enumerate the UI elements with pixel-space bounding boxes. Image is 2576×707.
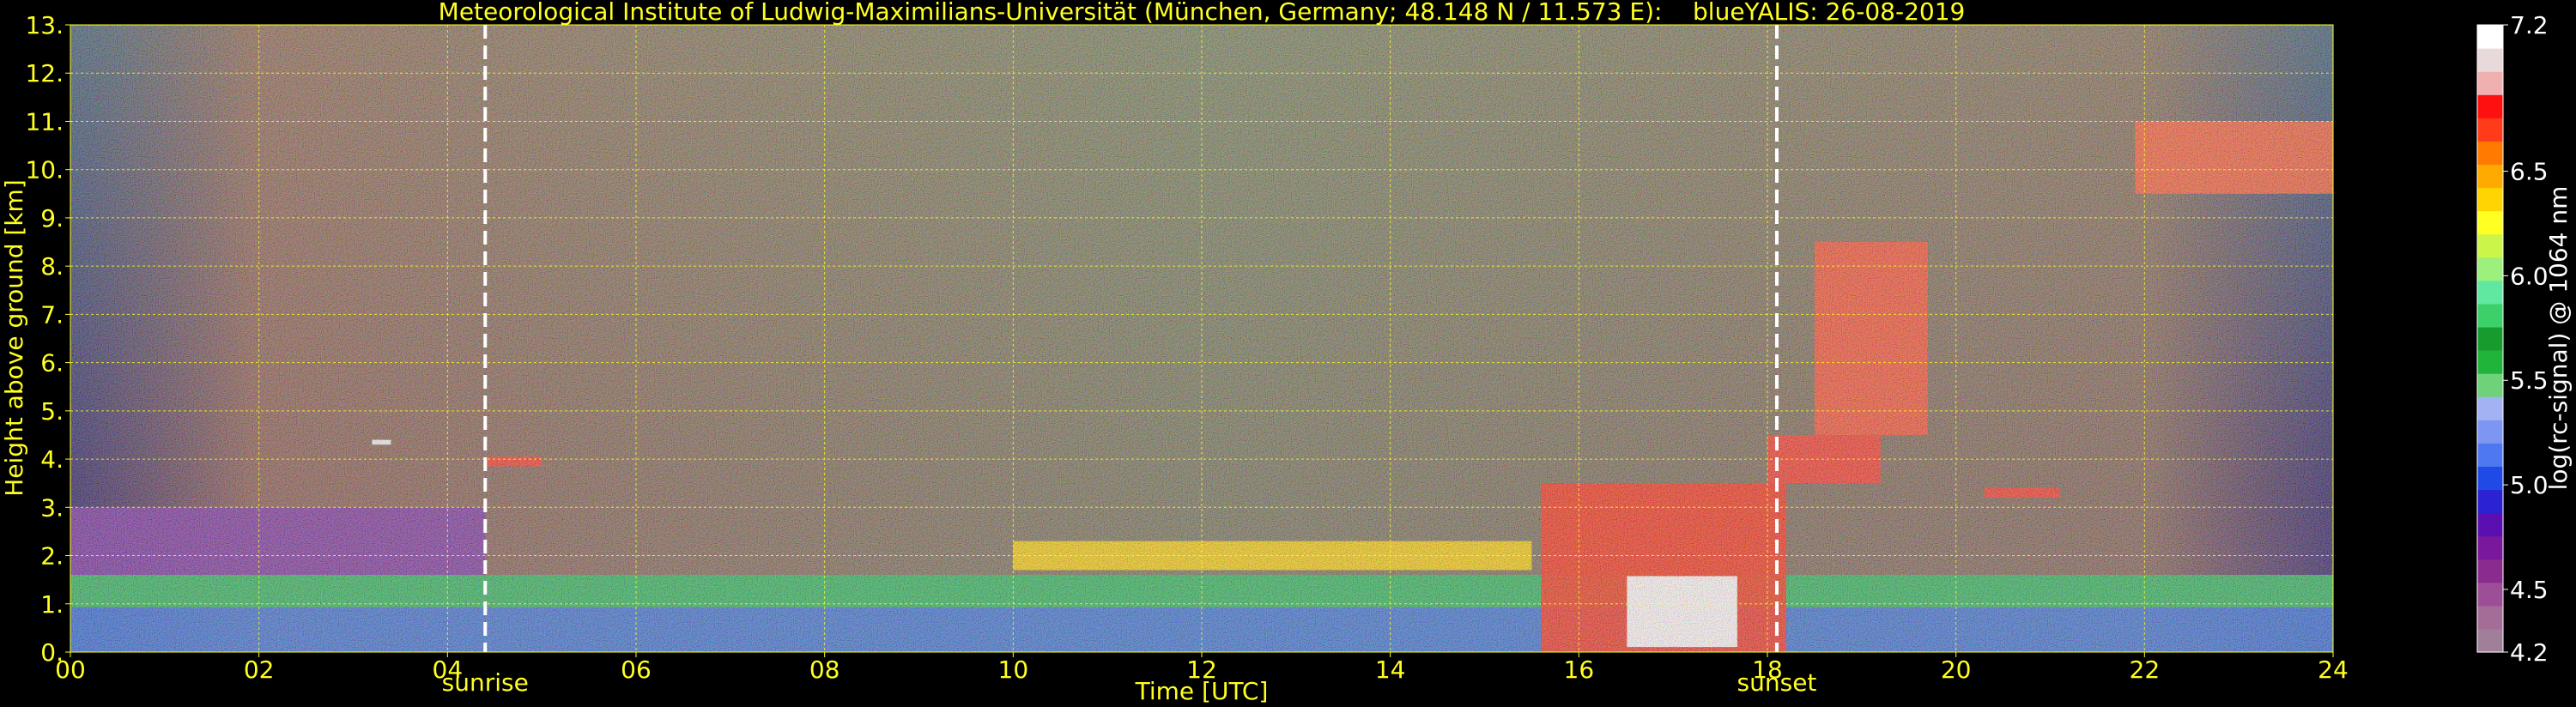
colorbar-swatch <box>2477 71 2503 95</box>
colorbar-tick-label: 4.5 <box>2510 576 2549 604</box>
x-tick-label: 08 <box>809 656 840 684</box>
x-tick-label: 22 <box>2130 656 2161 684</box>
colorbar-tick-label: 7.2 <box>2510 11 2549 39</box>
colorbar-swatch <box>2477 373 2503 397</box>
colorbar: 4.2 4.5 5.0 5.5 6.0 6.5 7.2 log(rc-signal) @ 1… <box>2476 11 2573 667</box>
y-tick-label: 7. <box>40 300 64 329</box>
colorbar-swatch <box>2477 94 2503 118</box>
colorbar-swatch <box>2477 164 2503 189</box>
x-axis-label: Time [UTC] <box>1135 677 1269 705</box>
colorbar-swatch <box>2477 489 2503 514</box>
colorbar-swatch <box>2477 257 2503 281</box>
colorbar-swatch <box>2477 187 2503 212</box>
y-tick-label: 2. <box>40 542 64 571</box>
colorbar-swatches <box>2477 25 2503 653</box>
x-tick-label: 14 <box>1375 656 1406 684</box>
colorbar-swatch <box>2477 141 2503 166</box>
y-axis-ticks: 0. 1. 2. 3. 4. 5. 6. 7. 8. 9. 10. 11. 12. 13. <box>25 11 70 667</box>
colorbar-swatch <box>2477 48 2503 72</box>
colorbar-swatch <box>2477 233 2503 258</box>
colorbar-swatch <box>2477 25 2503 49</box>
x-tick-label: 06 <box>621 656 652 684</box>
y-tick-label: 1. <box>40 590 64 619</box>
colorbar-swatch <box>2477 118 2503 142</box>
colorbar-swatch <box>2477 280 2503 305</box>
x-tick-label: 24 <box>2318 656 2349 684</box>
colorbar-swatch <box>2477 466 2503 491</box>
x-tick-label: 10 <box>998 656 1029 684</box>
colorbar-swatch <box>2477 350 2503 374</box>
y-tick-label: 6. <box>40 349 64 378</box>
y-axis-label: Height above ground [km] <box>0 179 28 497</box>
colorbar-tick-label: 6.0 <box>2510 262 2549 290</box>
colorbar-tick-label: 4.2 <box>2510 638 2549 667</box>
y-tick-label: 13. <box>25 11 64 39</box>
colorbar-swatch <box>2477 303 2503 328</box>
colorbar-swatch <box>2477 559 2503 583</box>
y-tick-label: 10. <box>25 156 64 184</box>
x-tick-label: 20 <box>1941 656 1972 684</box>
x-tick-label: 18 <box>1752 656 1783 684</box>
y-tick-label: 8. <box>40 252 64 281</box>
y-tick-label: 4. <box>40 445 64 474</box>
colorbar-swatch <box>2477 512 2503 537</box>
colorbar-label: log(rc-signal) @ 1064 nm <box>2544 186 2573 491</box>
y-tick-label: 3. <box>40 493 64 522</box>
colorbar-swatch <box>2477 443 2503 468</box>
colorbar-tick-label: 5.0 <box>2510 471 2549 499</box>
y-tick-label: 5. <box>40 397 64 426</box>
colorbar-swatch <box>2477 396 2503 420</box>
colorbar-swatch <box>2477 420 2503 444</box>
x-tick-label: 02 <box>244 656 275 684</box>
x-tick-label: 16 <box>1564 656 1595 684</box>
colorbar-swatch <box>2477 582 2503 607</box>
y-tick-label: 12. <box>25 59 64 88</box>
x-tick-label: 04 <box>433 656 464 684</box>
colorbar-swatch <box>2477 535 2503 560</box>
colorbar-swatch <box>2477 210 2503 235</box>
y-tick-label: 11. <box>25 107 64 136</box>
colorbar-tick-label: 5.5 <box>2510 366 2549 395</box>
chart-title: Meteorological Institute of Ludwig-Maxim… <box>439 0 1966 26</box>
colorbar-ticks: 4.2 4.5 5.0 5.5 6.0 6.5 7.2 <box>2503 11 2549 667</box>
colorbar-swatch <box>2477 628 2503 653</box>
colorbar-tick-label: 6.5 <box>2510 158 2549 186</box>
colorbar-swatch <box>2477 605 2503 630</box>
y-tick-label: 9. <box>40 204 64 233</box>
lidar-figure: sunrise sunset 00 02 04 06 08 10 12 14 16 18 20 22 24… <box>0 0 2573 705</box>
colorbar-swatch <box>2477 326 2503 351</box>
y-tick-label: 0. <box>40 638 64 667</box>
